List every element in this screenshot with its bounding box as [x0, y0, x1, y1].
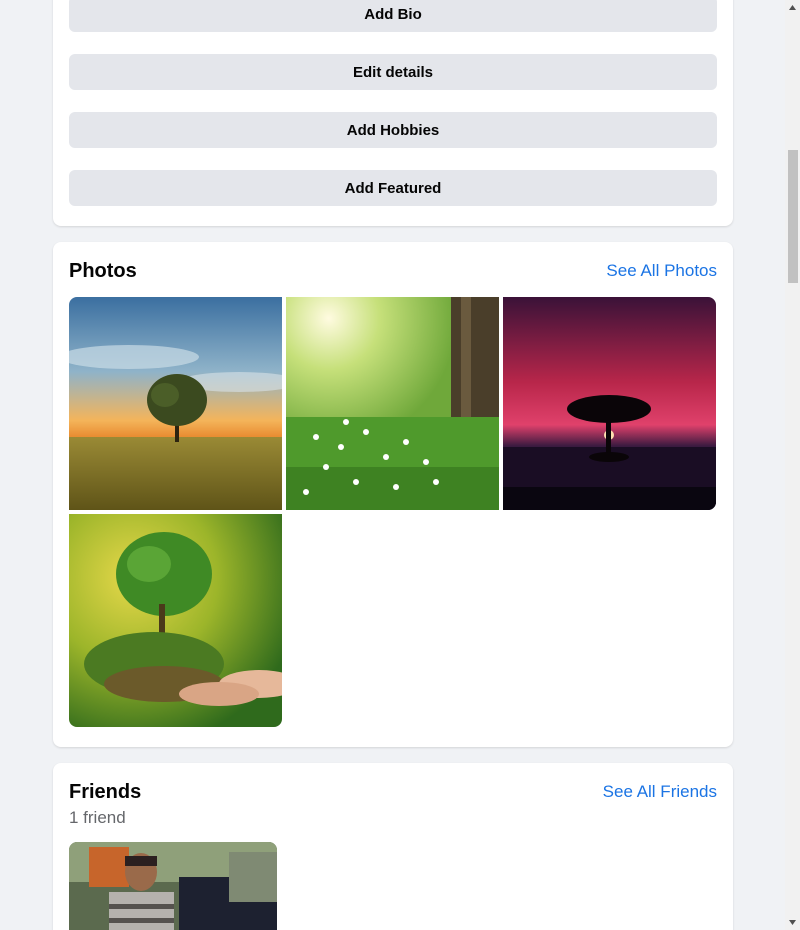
profile-page: Add Bio Edit details Add Hobbies Add Fea…	[0, 0, 800, 930]
see-all-friends-link[interactable]: See All Friends	[603, 782, 717, 802]
add-bio-button[interactable]: Add Bio	[69, 0, 717, 32]
friends-title: Friends	[69, 781, 142, 803]
photo-tree-grass-flowers[interactable]	[286, 297, 499, 510]
add-hobbies-button[interactable]: Add Hobbies	[69, 112, 717, 148]
see-all-photos-link[interactable]: See All Photos	[606, 261, 717, 281]
edit-details-button[interactable]: Edit details	[69, 54, 717, 90]
photos-title: Photos	[69, 260, 137, 282]
photos-card: Photos See All Photos	[53, 242, 733, 747]
scroll-thumb[interactable]	[788, 150, 798, 283]
photo-tree-in-hand[interactable]	[69, 514, 282, 727]
friend-count: 1 friend	[69, 808, 126, 827]
friends-card: Friends See All Friends 1 friend	[53, 763, 733, 930]
photo-tree-field-sunset[interactable]	[69, 297, 282, 510]
photo-tree-red-sky[interactable]	[503, 297, 716, 510]
friend-photo-tile[interactable]	[69, 842, 277, 930]
scroll-down-arrow-icon[interactable]	[785, 915, 800, 930]
vertical-scrollbar[interactable]	[785, 0, 800, 930]
scroll-up-arrow-icon[interactable]	[785, 0, 800, 15]
add-featured-button[interactable]: Add Featured	[69, 170, 717, 206]
intro-card: Add Bio Edit details Add Hobbies Add Fea…	[53, 0, 733, 226]
